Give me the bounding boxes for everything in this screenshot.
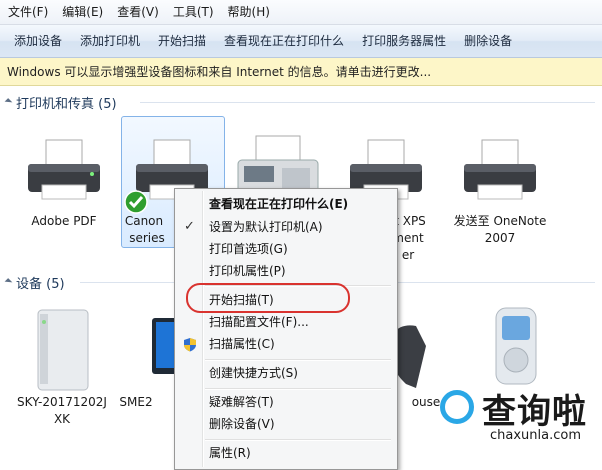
magnifier-logo-icon xyxy=(440,390,474,424)
group-divider xyxy=(80,282,175,283)
computer-tower-icon xyxy=(37,309,89,391)
group-divider xyxy=(398,282,595,283)
menu-item-see-whats-printing[interactable]: 查看现在正在打印什么(E) xyxy=(177,193,393,215)
menu-item-troubleshoot[interactable]: 疑难解答(T) xyxy=(177,391,393,413)
print-server-properties-button[interactable]: 打印服务器属性 xyxy=(353,26,455,56)
checkmark-icon: ✓ xyxy=(184,219,195,234)
command-toolbar: 添加设备 添加打印机 开始扫描 查看现在正在打印什么 打印服务器属性 删除设备 xyxy=(0,25,602,58)
watermark-url: chaxunla.com xyxy=(490,428,581,443)
menu-view[interactable]: 查看(V) xyxy=(110,0,166,24)
remove-device-button[interactable]: 删除设备 xyxy=(455,26,521,56)
menu-edit[interactable]: 编辑(E) xyxy=(55,0,110,24)
printers-group-title: 打印机和传真 (5) xyxy=(16,96,117,112)
uac-shield-icon xyxy=(184,338,196,352)
menu-item-printer-properties[interactable]: 打印机属性(P) xyxy=(177,260,393,282)
context-menu: 查看现在正在打印什么(E) ✓ 设置为默认打印机(A) 打印首选项(G) 打印机… xyxy=(174,188,398,470)
add-device-button[interactable]: 添加设备 xyxy=(0,26,71,56)
menu-separator xyxy=(205,359,391,361)
menu-item-printing-preferences[interactable]: 打印首选项(G) xyxy=(177,238,393,260)
annotation-highlight-ring xyxy=(186,283,350,313)
device-label: 2007 xyxy=(484,231,516,245)
printers-group-header[interactable]: 打印机和传真 (5) xyxy=(4,93,117,112)
device-label: XK xyxy=(53,412,71,426)
default-printer-check-icon xyxy=(124,190,148,214)
menu-file[interactable]: 文件(F) xyxy=(0,0,55,24)
menu-tools[interactable]: 工具(T) xyxy=(166,0,221,24)
devices-group-title: 设备 (5) xyxy=(16,276,65,292)
menu-item-set-default-printer[interactable]: ✓ 设置为默认打印机(A) xyxy=(177,216,393,238)
printer-onenote[interactable]: 发送至 OneNote 2007 xyxy=(450,130,550,245)
printer-adobe-pdf[interactable]: Adobe PDF xyxy=(14,130,114,228)
site-watermark-logo: 查询啦 chaxunla.com xyxy=(438,380,602,464)
collapse-triangle-icon[interactable] xyxy=(4,98,13,106)
device-label: SME2 xyxy=(119,395,153,409)
menu-item-remove-device[interactable]: 删除设备(V) xyxy=(177,413,393,435)
devices-group-header[interactable]: 设备 (5) xyxy=(4,273,65,292)
menu-item-create-shortcut[interactable]: 创建快捷方式(S) xyxy=(177,362,393,384)
menu-separator xyxy=(205,439,391,441)
start-scan-button[interactable]: 开始扫描 xyxy=(149,26,215,56)
menu-help[interactable]: 帮助(H) xyxy=(221,0,277,24)
collapse-triangle-icon[interactable] xyxy=(4,278,13,286)
group-divider xyxy=(140,102,595,103)
media-player-icon xyxy=(495,307,537,385)
menu-separator xyxy=(205,388,391,390)
info-bar[interactable]: Windows 可以显示增强型设备图标和来自 Internet 的信息。请单击进… xyxy=(0,58,602,86)
menu-item-scan-profiles[interactable]: 扫描配置文件(F)... xyxy=(177,311,393,333)
watermark-title: 查询啦 xyxy=(482,392,587,432)
see-whats-printing-button[interactable]: 查看现在正在打印什么 xyxy=(215,26,353,56)
printer-icon xyxy=(464,139,536,200)
menu-item-scan-properties[interactable]: 扫描属性(C) xyxy=(177,333,393,355)
device-label: 发送至 OneNote xyxy=(453,214,547,228)
printer-icon xyxy=(28,139,100,200)
menu-bar: 文件(F) 编辑(E) 查看(V) 工具(T) 帮助(H) xyxy=(0,0,602,25)
menu-item-properties[interactable]: 属性(R) xyxy=(177,442,393,464)
device-computer-tower[interactable]: SKY-20171202J XK xyxy=(12,306,112,426)
add-printer-button[interactable]: 添加打印机 xyxy=(71,26,149,56)
